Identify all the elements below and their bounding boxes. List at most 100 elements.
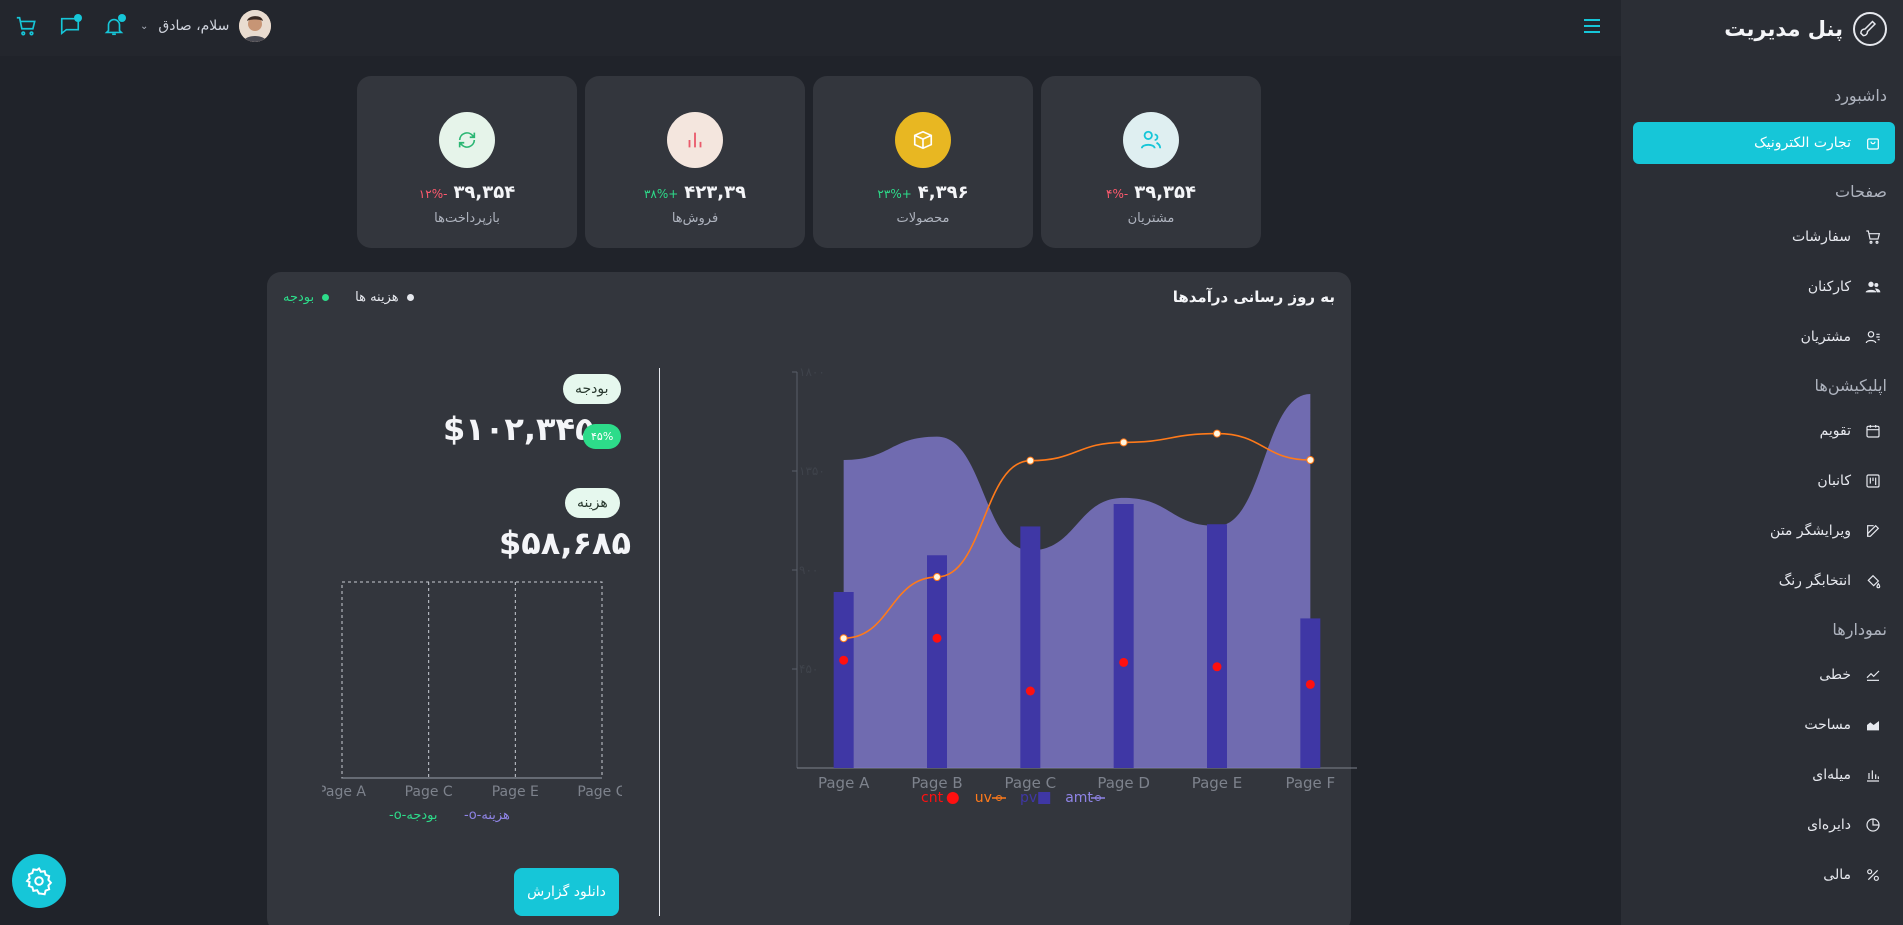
- legend-swatch-pv: [1038, 792, 1051, 804]
- x-tick-label: Page F: [1285, 774, 1335, 792]
- stat-card: ۳۹,۳۵۴ -۱۲% بازپرداخت‌ها: [357, 76, 577, 248]
- revenue-panel: به روز رسانی درآمدها هزینه ها بودجه بودج…: [267, 272, 1357, 925]
- bar-chart-icon: [688, 132, 702, 148]
- panel-divider: [659, 368, 660, 916]
- sidebar-item-kanban[interactable]: کانبان: [1633, 460, 1895, 502]
- shopping-bag-icon: [1867, 138, 1879, 150]
- sidebar-item-label: ویرایشگر متن: [1770, 523, 1851, 539]
- sidebar-item-calendar[interactable]: تقویم: [1633, 410, 1895, 452]
- y-tick-label: ۱۳۵۰: [799, 464, 825, 478]
- section-charts: نمودارها: [1832, 620, 1887, 639]
- expense-pill: هزینه: [565, 488, 620, 518]
- sidebar-item-pie[interactable]: دایره‌ای: [1633, 804, 1895, 846]
- sidebar-item-bar[interactable]: میله‌ای: [1633, 754, 1895, 796]
- menu-toggle-icon[interactable]: [1580, 14, 1604, 38]
- legend-label-cnt: cnt: [921, 790, 944, 806]
- panel-legend: هزینه ها بودجه: [283, 290, 414, 305]
- cnt-point: [839, 655, 849, 665]
- sidebar-item-label: تجارت الکترونیک: [1754, 135, 1851, 151]
- sidebar-item-orders[interactable]: سفارشات: [1633, 216, 1895, 258]
- sidebar-item-label: خطی: [1819, 667, 1851, 683]
- top-bar: ⌄ سلام، صادق: [0, 0, 1621, 56]
- stat-row: ۴۲۳,۳۹ +۳۸%: [585, 182, 805, 203]
- stat-percent: -۱۲%: [418, 187, 448, 201]
- sidebar-item-customers[interactable]: مشتریان: [1633, 316, 1895, 358]
- cart-icon: [1866, 230, 1881, 244]
- employees-icon: [1865, 281, 1881, 293]
- refresh-icon: [458, 132, 476, 148]
- brand-logo-icon: [1853, 12, 1887, 46]
- legend-label-amt: amt: [1065, 790, 1093, 806]
- stat-label: بازپرداخت‌ها: [434, 211, 500, 226]
- sidebar-item-employees[interactable]: کارکنان: [1633, 266, 1895, 308]
- bar-pv: [1207, 524, 1227, 768]
- bell-icon[interactable]: [100, 12, 128, 40]
- stat-value: ۳۹,۳۵۴: [1134, 182, 1196, 203]
- cnt-point: [932, 633, 942, 643]
- stat-row: ۳۹,۳۵۴ -۴%: [1041, 182, 1261, 203]
- x-tick-label: Page E: [1192, 774, 1243, 792]
- uv-point: [1119, 438, 1128, 447]
- paint-bucket-icon: [1867, 574, 1881, 589]
- legend-expenses: هزینه ها: [355, 290, 414, 305]
- sidebar-item-area[interactable]: مساحت: [1633, 704, 1895, 746]
- panel-title: به روز رسانی درآمدها: [1172, 288, 1335, 306]
- stat-label: فروش‌ها: [671, 211, 719, 226]
- legend-budget: بودجه: [283, 290, 330, 305]
- stat-value: ۳۹,۳۵۴: [453, 182, 516, 203]
- stat-percent: -۴%: [1106, 187, 1129, 201]
- sidebar-item-label: مشتریان: [1800, 329, 1851, 345]
- sidebar-item-label: سفارشات: [1791, 229, 1851, 245]
- bar-pv: [927, 555, 947, 768]
- y-tick-label: ۱۸۰۰: [799, 365, 825, 379]
- uv-point: [1306, 456, 1315, 464]
- sidebar-item-label: تقویم: [1819, 423, 1851, 439]
- sidebar-item-label: کارکنان: [1807, 279, 1851, 295]
- mini-x-tick-label: Page G: [577, 784, 622, 800]
- x-tick-label: Page A: [818, 774, 870, 792]
- settings-button[interactable]: [12, 854, 66, 908]
- legend-label-uv: uv: [975, 790, 992, 806]
- uv-point: [933, 573, 941, 582]
- edit-icon: [1867, 524, 1880, 537]
- uv-point: [1213, 429, 1221, 438]
- uv-point: [1026, 456, 1035, 465]
- mini-legend-budget: بودجه-o-: [389, 808, 438, 823]
- legend-label-pv: pv: [1020, 790, 1037, 806]
- gear-icon: [25, 866, 53, 896]
- stat-label: مشتریان: [1127, 211, 1175, 226]
- pie-chart-icon: [1866, 818, 1880, 832]
- user-menu[interactable]: ⌄ سلام، صادق: [140, 10, 272, 42]
- sidebar-item-label: کانبان: [1817, 473, 1851, 489]
- download-report-button[interactable]: دانلود گزارش: [514, 868, 619, 916]
- mini-legend-expense-label: هزینه: [481, 808, 510, 823]
- sidebar-item-financial[interactable]: مالی: [1633, 854, 1895, 896]
- budget-percent-badge: ۴۵%: [583, 424, 622, 449]
- uv-point: [839, 634, 848, 643]
- stat-percent: +۲۳%: [877, 187, 912, 201]
- users-icon: [1140, 130, 1162, 149]
- chat-icon[interactable]: [56, 12, 84, 40]
- avatar: [239, 10, 272, 42]
- legend-bullet: [406, 294, 414, 301]
- sidebar-item-label: دایره‌ای: [1807, 817, 1851, 833]
- sidebar-item-line[interactable]: خطی: [1633, 654, 1895, 696]
- cart-icon[interactable]: [12, 12, 40, 40]
- budget-value: $۱۰۲,۳۴۵: [443, 410, 595, 448]
- bar-pv: [833, 592, 854, 768]
- calendar-icon: [1866, 425, 1880, 438]
- chevron-down-icon: ⌄: [140, 20, 149, 32]
- mini-x-tick-label: Page C: [405, 784, 453, 800]
- stat-value: ۴۲۳,۳۹: [684, 182, 747, 203]
- line-chart-icon: [1866, 670, 1880, 681]
- stat-icon-circle: [667, 112, 723, 168]
- mini-legend-budget-label: بودجه: [406, 808, 438, 823]
- brand[interactable]: پنل مدیریت: [1724, 12, 1887, 46]
- sidebar-item-ecommerce[interactable]: تجارت الکترونیک: [1633, 122, 1895, 164]
- stat-icon-circle: [439, 112, 495, 168]
- area-series-amt: [843, 394, 1311, 768]
- stat-card: ۴,۳۹۶ +۲۳% محصولات: [813, 76, 1033, 248]
- user-greeting: سلام، صادق: [158, 18, 230, 34]
- sidebar-item-editor[interactable]: ویرایشگر متن: [1633, 510, 1895, 552]
- sidebar-item-colorpicker[interactable]: انتخابگر رنگ: [1633, 560, 1895, 602]
